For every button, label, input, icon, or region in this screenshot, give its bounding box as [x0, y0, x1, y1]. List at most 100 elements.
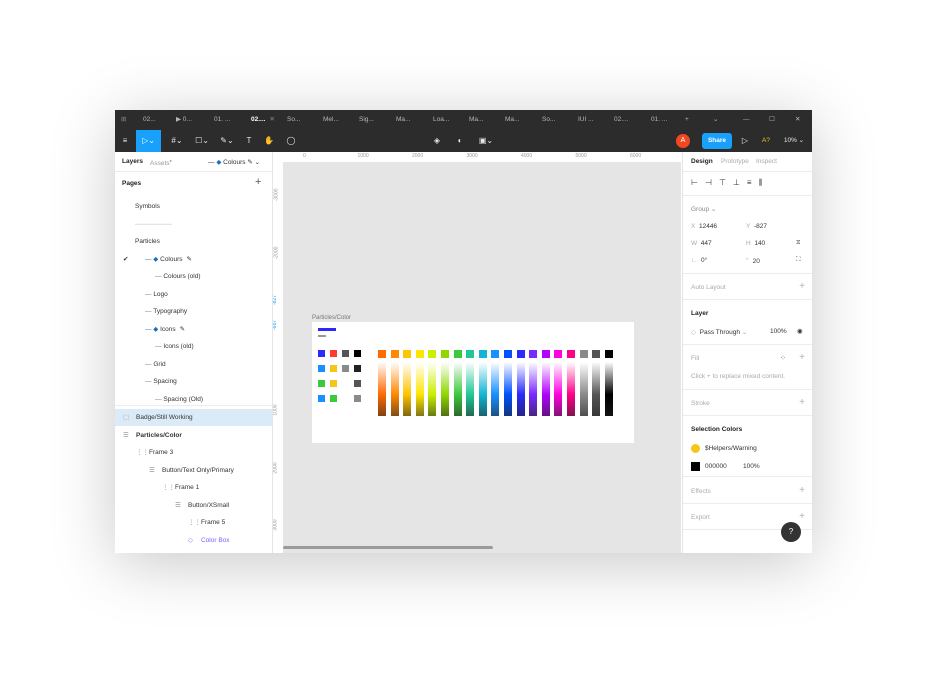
color-swatch[interactable]: [330, 350, 337, 357]
tab[interactable]: ▶ 0...: [176, 110, 192, 130]
page-item[interactable]: — ◆ Icons ✎: [115, 321, 272, 338]
pen-tool-icon[interactable]: ✎⌄: [217, 130, 237, 152]
page-item[interactable]: ✔ — ◆ Colours ✎: [115, 251, 272, 268]
maximize-icon[interactable]: ☐: [769, 110, 775, 130]
color-ramp[interactable]: [491, 362, 500, 416]
color-swatch[interactable]: [378, 350, 386, 358]
color-swatch[interactable]: [516, 350, 525, 358]
color-ramp[interactable]: [554, 362, 563, 416]
particles-color-frame[interactable]: [312, 322, 634, 443]
canvas[interactable]: 0 1000 2000 3000 4000 5000 6000 -3000 -2000 -827…: [273, 152, 681, 553]
add-stroke-icon[interactable]: +: [799, 397, 805, 408]
color-swatch[interactable]: [330, 365, 337, 372]
hand-tool-icon[interactable]: ✋: [263, 130, 275, 152]
color-ramp[interactable]: [428, 362, 437, 416]
color-swatch[interactable]: [478, 350, 487, 358]
text-tool-icon[interactable]: T: [243, 130, 255, 152]
opacity-value[interactable]: 100%: [770, 328, 787, 335]
color-swatch[interactable]: [330, 380, 337, 387]
share-button[interactable]: Share: [702, 133, 732, 149]
color-ramp[interactable]: [390, 362, 399, 416]
color-ramp[interactable]: [604, 362, 613, 416]
a-button[interactable]: A?: [759, 130, 773, 152]
y-field[interactable]: Y -827: [746, 223, 767, 230]
layer-row[interactable]: ⋮⋮ Frame 1: [115, 479, 272, 496]
tab-prototype[interactable]: Prototype: [721, 158, 749, 165]
color-swatch[interactable]: [403, 350, 412, 358]
color-swatch[interactable]: [453, 350, 462, 358]
page-item[interactable]: — Colours (old): [115, 268, 272, 285]
frame-tool-icon[interactable]: #⌄: [167, 130, 187, 152]
tab[interactable]: 01. ...: [214, 110, 230, 130]
eye-icon[interactable]: ◉: [797, 327, 803, 335]
tab[interactable]: Ma...: [505, 110, 519, 130]
independent-corners-icon[interactable]: ⛶: [796, 256, 801, 264]
main-menu-icon[interactable]: ≡: [118, 130, 132, 152]
component-icon[interactable]: ◈: [430, 130, 444, 152]
mask-icon[interactable]: ◐: [453, 130, 467, 152]
h-field[interactable]: H 140: [746, 240, 765, 247]
shape-tool-icon[interactable]: ☐⌄: [192, 130, 212, 152]
color-ramp[interactable]: [478, 362, 487, 416]
color-swatch[interactable]: [428, 350, 437, 358]
tab[interactable]: 02...: [143, 110, 156, 130]
tab[interactable]: Mel...: [323, 110, 339, 130]
add-auto-layout-icon[interactable]: +: [799, 281, 805, 292]
color-swatch[interactable]: [541, 350, 550, 358]
x-field[interactable]: X 12446: [691, 223, 717, 230]
color-swatch[interactable]: [318, 350, 325, 357]
scrollbar-thumb[interactable]: [283, 546, 493, 549]
tab[interactable]: Ma...: [396, 110, 410, 130]
color-swatch[interactable]: [604, 350, 613, 358]
color-swatch[interactable]: [354, 380, 361, 387]
layer-row[interactable]: ◇ Color Box: [115, 532, 272, 549]
page-selector[interactable]: — ◆ Colours ✎ ⌄: [208, 158, 260, 166]
color-swatch[interactable]: [318, 365, 325, 372]
color-ramp[interactable]: [529, 362, 538, 416]
tab[interactable]: Sig...: [359, 110, 374, 130]
horizontal-scrollbar[interactable]: [283, 542, 681, 553]
boolean-icon[interactable]: ▣⌄: [475, 130, 497, 152]
color-ramp[interactable]: [415, 362, 424, 416]
w-field[interactable]: W 447: [691, 240, 712, 247]
color-swatch[interactable]: [592, 350, 601, 358]
tab-inspect[interactable]: Inspect: [756, 158, 777, 165]
new-tab-icon[interactable]: +: [685, 110, 689, 130]
color-swatch[interactable]: [354, 350, 361, 357]
color-swatch[interactable]: [354, 395, 361, 402]
tab[interactable]: IUI ...: [578, 110, 594, 130]
color-ramp[interactable]: [441, 362, 449, 416]
radius-field[interactable]: ⌜ 20: [746, 257, 760, 265]
blend-mode-dropdown[interactable]: ◇ Pass Through ⌄: [691, 328, 747, 336]
page-item[interactable]: — Grid: [115, 356, 272, 373]
help-button[interactable]: ?: [781, 522, 801, 542]
present-icon[interactable]: ▷: [739, 130, 751, 152]
comment-tool-icon[interactable]: ◯: [285, 130, 297, 152]
color-swatch[interactable]: [529, 350, 538, 358]
page-item[interactable]: — Logo: [115, 286, 272, 303]
group-dropdown[interactable]: Group ⌄: [691, 205, 716, 213]
color-swatch[interactable]: [342, 365, 349, 372]
page-item[interactable]: Particles: [115, 233, 272, 250]
tab[interactable]: 02.... ✕: [251, 110, 275, 130]
alignment-icons[interactable]: ⊢⊣⊤⊥≡⫼: [691, 178, 769, 188]
color-ramp[interactable]: [579, 362, 588, 416]
assets-tab[interactable]: Assets●: [150, 158, 172, 167]
color-swatch[interactable]: [330, 395, 337, 402]
layer-row[interactable]: ☰ Button/XSmall: [115, 497, 272, 514]
color-swatch[interactable]: [466, 350, 475, 358]
page-item[interactable]: — Spacing: [115, 373, 272, 390]
tab[interactable]: So...: [287, 110, 300, 130]
color-swatch[interactable]: [390, 350, 399, 358]
color-swatch[interactable]: [342, 395, 349, 402]
styles-icon[interactable]: ⁘: [780, 354, 786, 362]
color-ramp[interactable]: [567, 362, 575, 416]
zoom-dropdown[interactable]: 10% ⌄: [781, 130, 807, 152]
color-swatch[interactable]: [504, 350, 512, 358]
minimize-icon[interactable]: —: [743, 110, 750, 130]
layer-row[interactable]: ⬚ Badge/Still Working: [115, 409, 272, 426]
selection-color-row[interactable]: 000000 100%: [691, 462, 805, 474]
tab[interactable]: 02....: [614, 110, 628, 130]
color-swatch[interactable]: [579, 350, 588, 358]
page-item[interactable]: — Typography: [115, 303, 272, 320]
